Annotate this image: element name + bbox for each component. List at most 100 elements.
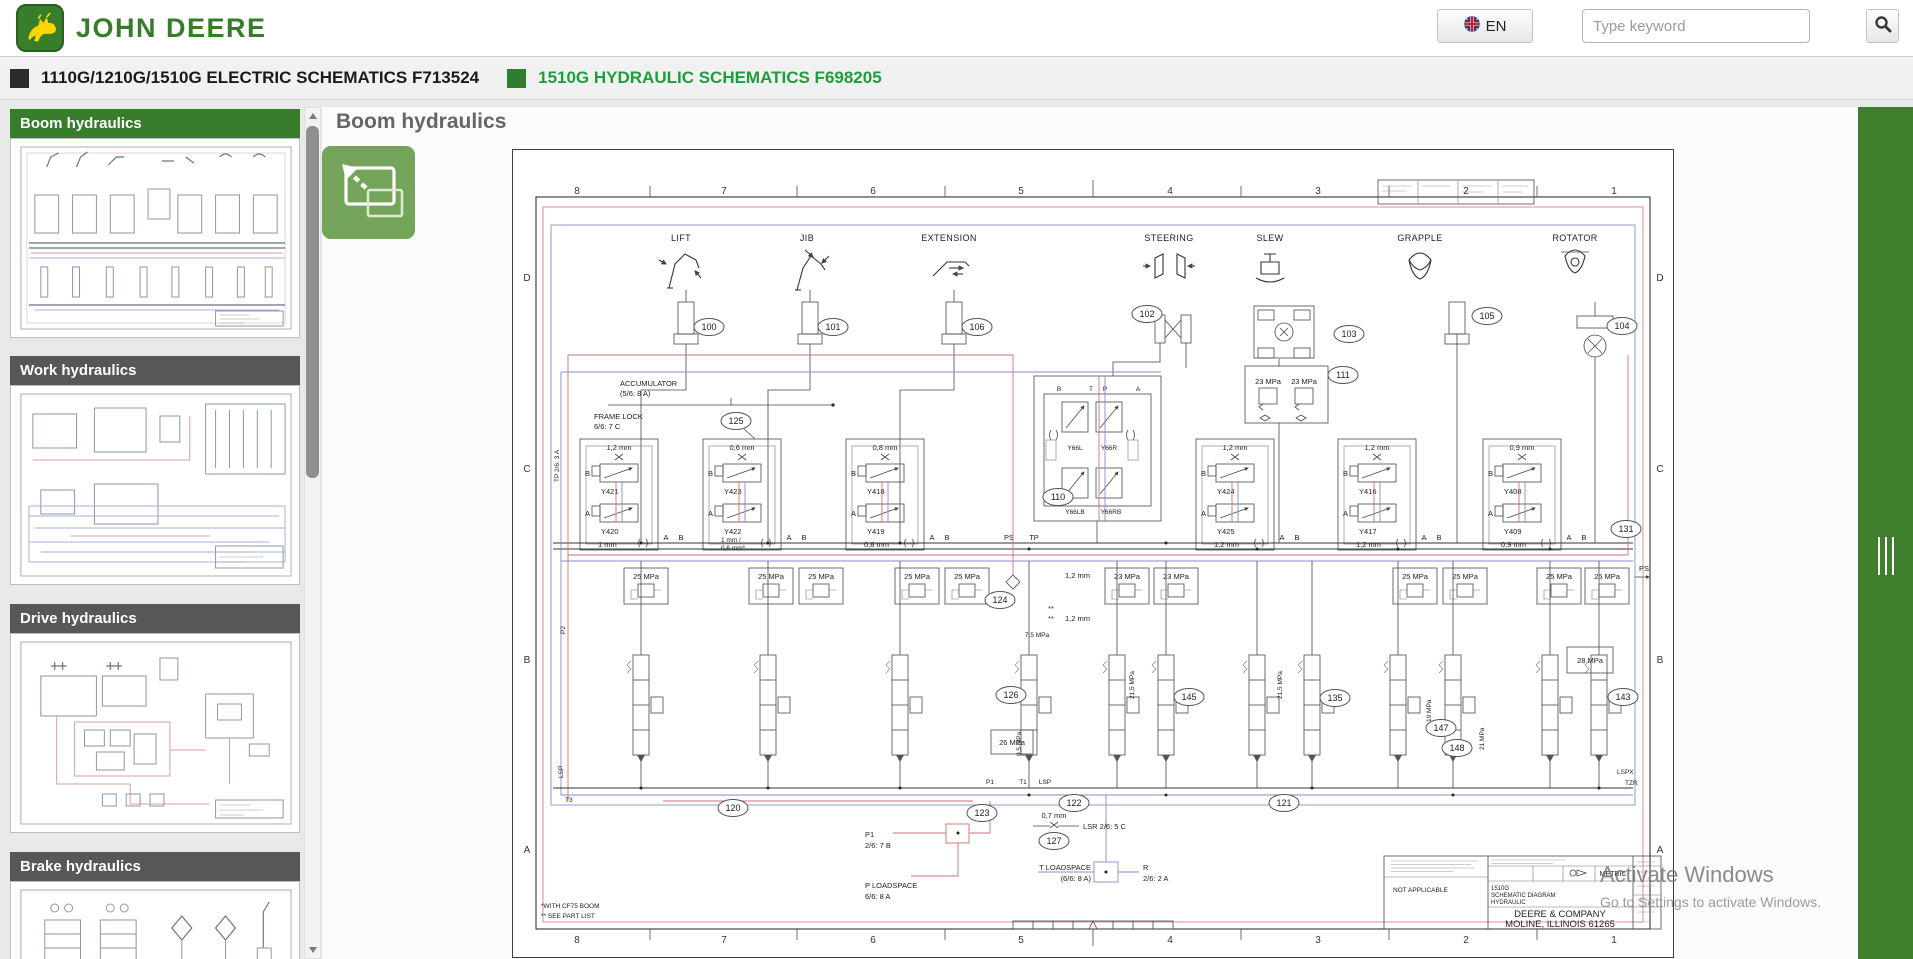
svg-text:Y66RB: Y66RB bbox=[1101, 509, 1122, 516]
svg-text:(5/6: 8 A): (5/6: 8 A) bbox=[620, 389, 651, 398]
grid-reference-labels: 8 7 6 5 4 3 2 1 8 7 6 5 4 3 2 1 D C B A … bbox=[523, 186, 1663, 946]
svg-text:110: 110 bbox=[1051, 492, 1065, 502]
valve-group: 1,2 mm B Y416 A Y417 1,2 mm bbox=[1338, 439, 1416, 550]
svg-text:STEERING: STEERING bbox=[1144, 233, 1193, 243]
svg-text:4: 4 bbox=[1167, 186, 1173, 197]
svg-text:T LOADSPACE: T LOADSPACE bbox=[1039, 863, 1091, 872]
svg-text:NOT APPLICABLE: NOT APPLICABLE bbox=[1393, 887, 1448, 894]
svg-text:1,2 mm: 1,2 mm bbox=[1364, 443, 1389, 452]
app-window: JOHN DEERE EN 111 bbox=[0, 0, 1913, 959]
svg-text:B: B bbox=[1201, 469, 1206, 478]
svg-text:147: 147 bbox=[1433, 723, 1448, 733]
svg-text:19 MPa: 19 MPa bbox=[1426, 699, 1433, 722]
svg-text:T: T bbox=[1089, 386, 1093, 393]
scroll-up-button[interactable] bbox=[305, 108, 320, 124]
nav-item-hydraulic-schematics[interactable]: 1510G HYDRAULIC SCHEMATICS F698205 bbox=[507, 68, 882, 88]
schematic-canvas[interactable]: 8 7 6 5 4 3 2 1 8 7 6 5 4 3 2 1 D C B A … bbox=[512, 149, 1674, 958]
thumbnail-drawing bbox=[11, 386, 299, 584]
svg-text:101: 101 bbox=[825, 322, 840, 332]
rotator-icon bbox=[1561, 250, 1589, 273]
svg-text:Y409: Y409 bbox=[1504, 527, 1522, 536]
svg-text:B: B bbox=[1057, 386, 1061, 393]
thumbnail-work-hydraulics[interactable] bbox=[10, 385, 300, 585]
svg-text:B: B bbox=[1581, 533, 1586, 542]
svg-text:135: 135 bbox=[1327, 693, 1342, 703]
svg-text:1: 1 bbox=[1611, 186, 1617, 197]
scroll-down-button[interactable] bbox=[305, 942, 320, 958]
valve-group: 1,2 mm B Y424 A Y425 1,2 mm bbox=[1196, 439, 1274, 550]
svg-text:25 MPa: 25 MPa bbox=[1594, 572, 1621, 581]
svg-text:2: 2 bbox=[1463, 935, 1469, 946]
svg-text:105: 105 bbox=[1479, 311, 1494, 321]
lift-boom-icon bbox=[659, 254, 701, 288]
steering-valve-block: B T P A Y66L Y66R Y66LB Y66RB bbox=[1034, 376, 1161, 543]
sidebar-item-brake-hydraulics[interactable]: Brake hydraulics bbox=[10, 852, 300, 881]
svg-text:1,2 mm: 1,2 mm bbox=[1356, 540, 1381, 549]
svg-text:2/6: 2 A: 2/6: 2 A bbox=[1143, 874, 1168, 883]
svg-text:0,8 mm: 0,8 mm bbox=[872, 443, 897, 452]
svg-text:3: 3 bbox=[1315, 186, 1321, 197]
svg-text:1,2 mm: 1,2 mm bbox=[1065, 614, 1090, 623]
valve-group: 0,9 mm B Y408 A Y409 0,9 mm bbox=[1483, 439, 1561, 550]
svg-text:28 MPa: 28 MPa bbox=[1577, 656, 1604, 665]
svg-text:FRAME LOCK: FRAME LOCK bbox=[594, 412, 643, 421]
svg-text:21 MPa: 21 MPa bbox=[1479, 727, 1486, 750]
svg-text:21,5 MPa: 21,5 MPa bbox=[1277, 671, 1284, 699]
page-title: Boom hydraulics bbox=[336, 110, 506, 134]
panel-grip-icon[interactable] bbox=[1878, 537, 1894, 575]
svg-text:SLEW: SLEW bbox=[1256, 233, 1283, 243]
brand-wordmark: JOHN DEERE bbox=[76, 13, 267, 44]
svg-text:T1: T1 bbox=[1019, 779, 1027, 786]
svg-text:A: A bbox=[786, 533, 791, 542]
valve-group: 1,2 mm B Y421 A Y420 1 mm bbox=[580, 439, 658, 550]
sidebar-item-work-hydraulics[interactable]: Work hydraulics bbox=[10, 356, 300, 385]
scrollbar-thumb[interactable] bbox=[306, 126, 319, 478]
svg-text:127: 127 bbox=[1046, 836, 1061, 846]
expand-icon bbox=[322, 146, 415, 239]
search-input[interactable] bbox=[1582, 9, 1810, 43]
svg-text:2: 2 bbox=[1463, 186, 1469, 197]
svg-text:103: 103 bbox=[1341, 329, 1356, 339]
sidebar-item-drive-hydraulics[interactable]: Drive hydraulics bbox=[10, 604, 300, 633]
steering-icon bbox=[1143, 254, 1195, 278]
svg-text:Y66LB: Y66LB bbox=[1065, 509, 1085, 516]
svg-text:B: B bbox=[1343, 469, 1348, 478]
svg-text:B: B bbox=[851, 469, 856, 478]
svg-text:1,2 mm: 1,2 mm bbox=[1065, 571, 1090, 580]
svg-text:A: A bbox=[851, 509, 856, 518]
nav-item-electric-schematics[interactable]: 1110G/1210G/1510G ELECTRIC SCHEMATICS F7… bbox=[10, 68, 479, 88]
svg-text:B: B bbox=[801, 533, 806, 542]
language-button[interactable]: EN bbox=[1437, 9, 1533, 43]
sidebar-label: Brake hydraulics bbox=[20, 858, 141, 875]
svg-text:C: C bbox=[523, 464, 530, 475]
svg-text:8: 8 bbox=[574, 186, 580, 197]
sidebar-item-boom-hydraulics[interactable]: Boom hydraulics bbox=[10, 109, 300, 138]
accumulator-note: ACCUMULATOR (5/6: 8 A) FRAME LOCK 6/6: 7… bbox=[594, 379, 835, 431]
svg-text:B: B bbox=[1488, 469, 1493, 478]
thumbnail-boom-hydraulics[interactable] bbox=[10, 138, 300, 338]
svg-text:P1: P1 bbox=[986, 779, 994, 786]
svg-text:Y66L: Y66L bbox=[1067, 445, 1083, 452]
svg-text:A: A bbox=[1488, 509, 1493, 518]
john-deere-logo[interactable]: JOHN DEERE bbox=[16, 4, 267, 52]
sidebar-scrollbar[interactable] bbox=[304, 107, 321, 959]
svg-text:B: B bbox=[708, 469, 713, 478]
svg-text:Y422: Y422 bbox=[724, 527, 742, 536]
svg-text:1510G: 1510G bbox=[1491, 886, 1509, 892]
svg-text:124: 124 bbox=[992, 595, 1007, 605]
svg-text:1 mm: 1 mm bbox=[598, 540, 617, 549]
search-button[interactable] bbox=[1866, 9, 1899, 43]
app-header: JOHN DEERE EN bbox=[0, 0, 1913, 57]
svg-text:T3: T3 bbox=[565, 797, 573, 804]
language-flag-icon bbox=[1464, 16, 1480, 36]
svg-text:P LOADSPACE: P LOADSPACE bbox=[865, 881, 917, 890]
thumbnail-drive-hydraulics[interactable] bbox=[10, 633, 300, 833]
svg-text:PS: PS bbox=[1004, 533, 1014, 542]
svg-text:25 MPa: 25 MPa bbox=[1452, 572, 1479, 581]
thumbnail-brake-hydraulics[interactable] bbox=[10, 881, 300, 959]
fullscreen-expand-button[interactable] bbox=[322, 146, 415, 239]
collapsed-panel-bar[interactable] bbox=[1858, 107, 1913, 959]
svg-text:0,8 mm: 0,8 mm bbox=[864, 540, 889, 549]
svg-text:A: A bbox=[708, 509, 713, 518]
svg-text:7,5 MPa: 7,5 MPa bbox=[1025, 632, 1050, 639]
